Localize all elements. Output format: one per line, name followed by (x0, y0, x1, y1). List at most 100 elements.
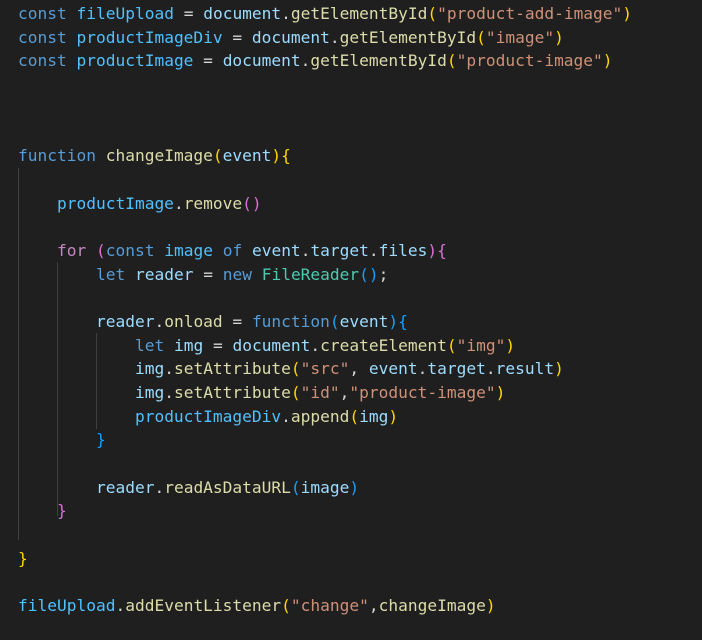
code-token: ( (281, 596, 291, 616)
code-line[interactable]: function changeImage(event){ (18, 144, 632, 168)
code-token: img (359, 406, 389, 426)
code-line[interactable] (18, 215, 632, 239)
code-line[interactable] (18, 97, 632, 121)
code-line[interactable]: reader.readAsDataURL(image) (18, 476, 632, 500)
code-line[interactable] (18, 73, 632, 97)
code-line[interactable]: reader.onload = function(event){ (18, 310, 632, 334)
code-token: event (251, 240, 301, 260)
code-token: img (173, 335, 204, 355)
code-token: = (222, 27, 252, 47)
code-line[interactable]: const productImage = document.getElement… (18, 49, 632, 73)
code-line[interactable]: } (18, 499, 632, 523)
code-token: function (18, 146, 96, 166)
code-token: FileReader (261, 264, 360, 284)
code-token: ( (446, 51, 457, 71)
code-token: changeImage (378, 596, 486, 616)
code-token: ( (290, 383, 301, 402)
code-token: const (18, 27, 67, 47)
code-text[interactable]: const fileUpload = document.getElementBy… (18, 2, 632, 618)
code-line[interactable]: } (18, 547, 632, 571)
code-token: reader (95, 477, 155, 497)
code-editor[interactable]: const fileUpload = document.getElementBy… (0, 0, 702, 640)
code-line[interactable]: let reader = new FileReader(); (18, 263, 632, 287)
code-line[interactable] (18, 168, 632, 192)
code-token: ( (349, 406, 360, 426)
code-token: ) (349, 477, 360, 497)
code-token: ( (95, 240, 106, 260)
code-token: ; (378, 264, 389, 284)
code-token: ) (602, 51, 613, 71)
code-token: ) (495, 383, 506, 402)
code-line[interactable]: img.setAttribute("src", event.target.res… (18, 357, 632, 381)
code-line[interactable]: fileUpload.addEventListener("change",cha… (18, 594, 632, 618)
code-token: event (368, 359, 418, 379)
code-token: img (134, 383, 165, 402)
code-token: productImageDiv (76, 27, 223, 47)
code-token: getElementById (310, 51, 447, 71)
code-token: document (251, 27, 330, 47)
code-token: . (329, 27, 340, 47)
code-token: remove (183, 193, 243, 213)
code-token: event (222, 146, 272, 166)
code-line[interactable]: let img = document.createElement("img") (18, 334, 632, 358)
code-token: = (173, 4, 204, 23)
code-token: "product-image" (456, 51, 603, 71)
code-token: reader (134, 264, 194, 284)
code-token: getElementById (339, 27, 477, 47)
code-token: = (193, 51, 223, 71)
code-token: for (56, 240, 87, 260)
code-token: . (485, 359, 496, 379)
code-line[interactable]: productImageDiv.append(img) (18, 405, 632, 429)
code-token: img (134, 359, 165, 379)
code-token: "src" (300, 359, 350, 379)
code-token: ) (427, 240, 438, 260)
code-line[interactable]: const productImageDiv = document.getElem… (18, 26, 632, 50)
code-token: . (417, 359, 428, 379)
code-token: document (203, 4, 282, 23)
code-token: ) (271, 146, 282, 166)
code-token: productImageDiv (134, 406, 282, 426)
code-token: ( (290, 477, 301, 497)
code-token: const (105, 240, 155, 260)
code-line[interactable]: productImage.remove() (18, 192, 632, 216)
code-token: "id" (300, 383, 340, 402)
code-token: . (115, 596, 126, 616)
code-line[interactable]: for (const image of event.target.files){ (18, 239, 632, 263)
code-token: reader (95, 311, 155, 331)
code-token: ) (622, 4, 633, 23)
code-line[interactable] (18, 286, 632, 310)
code-token: ( (476, 27, 486, 47)
code-line[interactable] (18, 452, 632, 476)
code-line[interactable] (18, 523, 632, 547)
code-token: productImage (56, 193, 174, 213)
code-token: target (427, 359, 486, 379)
code-token: setAttribute (173, 359, 291, 379)
code-line[interactable] (18, 571, 632, 595)
code-token: ) (485, 596, 496, 616)
code-line[interactable]: const fileUpload = document.getElementBy… (18, 2, 632, 26)
code-line[interactable]: } (18, 428, 632, 452)
code-token: . (300, 240, 311, 260)
code-token: function (251, 311, 330, 331)
code-token: changeImage (105, 146, 213, 166)
code-token: , (349, 359, 369, 379)
code-token: = (222, 311, 252, 331)
code-line[interactable]: img.setAttribute("id","product-image") (18, 381, 632, 405)
code-token: const (18, 51, 67, 71)
code-token: ( (212, 146, 223, 166)
code-token: } (18, 548, 28, 568)
code-token: "product-add-image" (437, 4, 623, 23)
code-token: productImage (76, 51, 194, 71)
code-line[interactable] (18, 120, 632, 144)
